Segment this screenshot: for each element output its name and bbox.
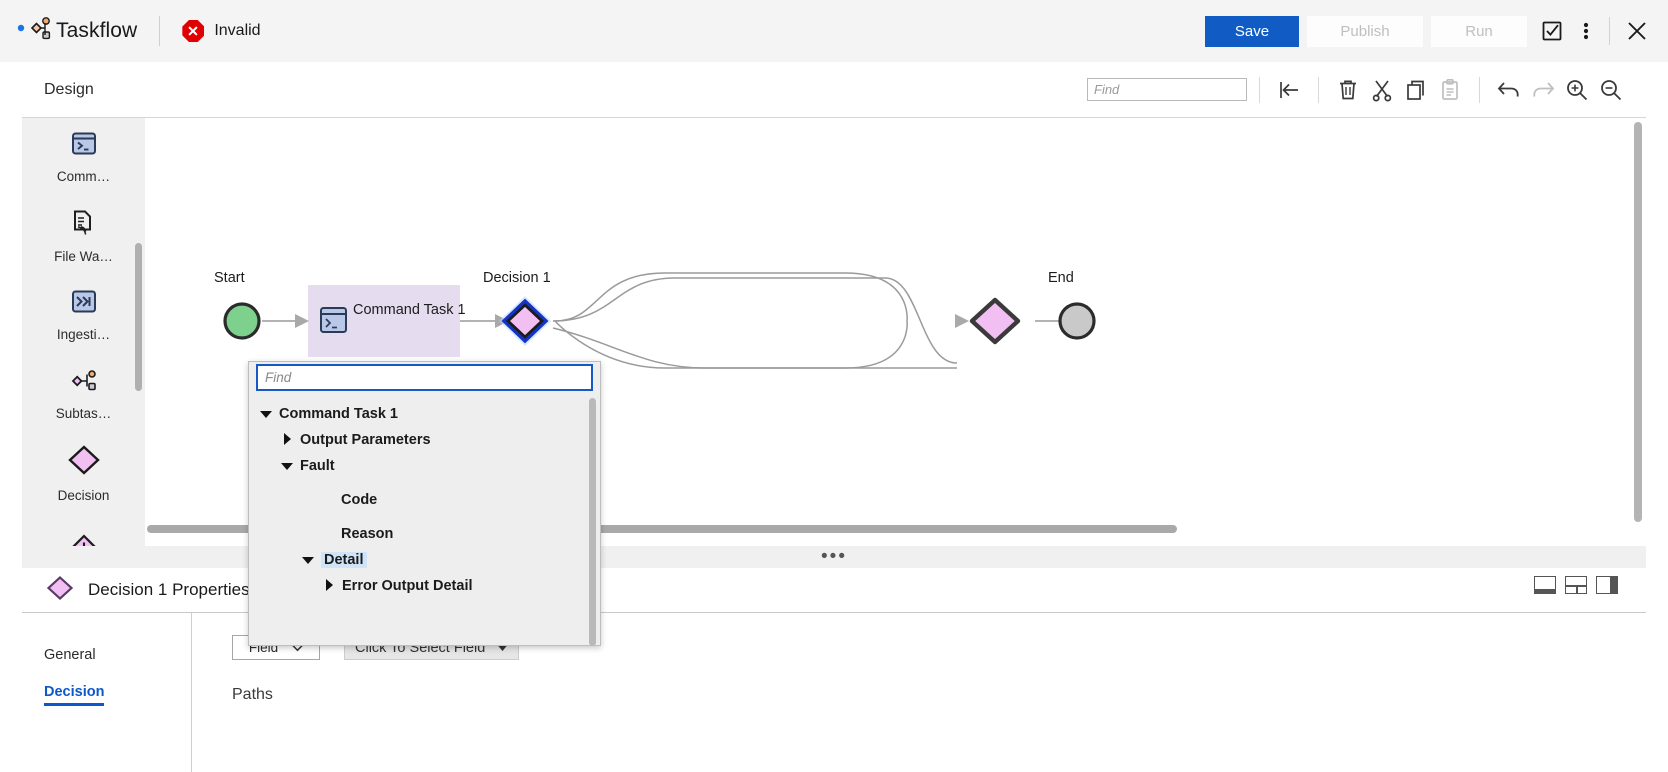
status-badge: Invalid xyxy=(182,20,261,42)
palette-scrollbar[interactable] xyxy=(135,243,142,391)
command-task-icon xyxy=(70,131,98,162)
subtaskflow-icon xyxy=(69,368,99,399)
divider xyxy=(159,16,161,46)
tree-node-label: Fault xyxy=(300,458,335,474)
tree-node-error-output-detail[interactable]: Error Output Detail xyxy=(249,573,600,599)
palette-item-command-task[interactable]: Comm… xyxy=(22,118,145,197)
tree-node-label: Detail xyxy=(321,552,367,568)
tree-node-command-task-1[interactable]: Command Task 1 xyxy=(249,401,600,427)
close-icon[interactable] xyxy=(1620,14,1654,48)
node-label-decision-1: Decision 1 xyxy=(483,270,551,286)
divider xyxy=(1259,76,1260,103)
zoom-in-icon[interactable] xyxy=(1560,73,1594,107)
chevron-right-icon[interactable] xyxy=(280,433,294,447)
run-button[interactable]: Run xyxy=(1431,15,1527,47)
palette-item-label: Ingesti… xyxy=(56,327,111,342)
align-left-icon[interactable] xyxy=(1272,73,1306,107)
chevron-down-icon[interactable] xyxy=(280,459,294,473)
design-toolbar-actions xyxy=(1087,73,1646,107)
save-button[interactable]: Save xyxy=(1205,15,1299,47)
redo-icon[interactable] xyxy=(1526,73,1560,107)
design-toolbar: Design xyxy=(22,62,1646,118)
chevron-down-icon[interactable] xyxy=(301,553,315,567)
layout-split-right-icon[interactable] xyxy=(1596,576,1618,594)
checkbox-validate-icon[interactable] xyxy=(1535,14,1569,48)
decision-diamond-icon xyxy=(67,444,101,481)
decision-diamond-icon xyxy=(46,575,74,606)
taskflow-logo-icon xyxy=(16,13,52,49)
node-label-start: Start xyxy=(214,270,245,286)
more-vertical-icon[interactable] xyxy=(1569,14,1603,48)
tree-node-label: Reason xyxy=(341,526,394,542)
tab-label: General xyxy=(44,647,96,663)
tree-node-fault[interactable]: Fault xyxy=(249,453,600,479)
spacer-icon xyxy=(321,493,335,507)
field-picker-dropdown: Command Task 1 Output Parameters Fault C… xyxy=(248,361,601,646)
tree-node-label: Command Task 1 xyxy=(279,406,398,422)
palette-item-file-watcher[interactable]: File Wa… xyxy=(22,197,145,276)
tab-label: Decision xyxy=(44,684,105,706)
delete-trash-icon[interactable] xyxy=(1331,73,1365,107)
palette-item-label: Subtas… xyxy=(55,406,112,421)
tree-node-reason[interactable]: Reason xyxy=(249,521,600,547)
node-label-end: End xyxy=(1048,270,1074,286)
tree-node-code[interactable]: Code xyxy=(249,487,600,513)
properties-tab-list: General Decision xyxy=(22,613,192,772)
top-bar-actions: Save Publish Run xyxy=(1205,14,1668,48)
layout-single-icon[interactable] xyxy=(1534,576,1556,594)
zoom-out-icon[interactable] xyxy=(1594,73,1628,107)
tree-node-label: Error Output Detail xyxy=(342,578,473,594)
ingestion-task-icon xyxy=(70,289,98,320)
node-palette: Comm… File Wa… Ingesti… Subtas… Decision xyxy=(22,118,145,546)
palette-item-add-node[interactable] xyxy=(22,513,145,546)
drag-dots-icon: ••• xyxy=(821,546,847,567)
top-bar: Taskflow Invalid Save Publish Run xyxy=(0,0,1668,62)
cut-scissors-icon[interactable] xyxy=(1365,73,1399,107)
publish-button[interactable]: Publish xyxy=(1307,15,1423,47)
tree-node-output-parameters[interactable]: Output Parameters xyxy=(249,427,600,453)
page-title: Decision 1 Properties xyxy=(88,580,250,599)
palette-item-subtaskflow[interactable]: Subtas… xyxy=(22,355,145,434)
tree-node-label: Output Parameters xyxy=(300,432,431,448)
paste-icon[interactable] xyxy=(1433,73,1467,107)
spacer-icon xyxy=(321,527,335,541)
canvas-find-input[interactable] xyxy=(1087,78,1247,101)
tree-node-detail[interactable]: Detail xyxy=(249,547,600,573)
chevron-right-icon[interactable] xyxy=(322,579,336,593)
copy-icon[interactable] xyxy=(1399,73,1433,107)
status-text: Invalid xyxy=(214,22,261,39)
chevron-down-icon[interactable] xyxy=(259,407,273,421)
dropdown-find-row xyxy=(249,362,600,392)
palette-item-label: Decision xyxy=(57,488,110,503)
divider xyxy=(1609,17,1610,45)
app-title: Taskflow xyxy=(56,19,138,42)
palette-item-label: Comm… xyxy=(56,169,111,184)
tab-decision[interactable]: Decision xyxy=(22,675,191,715)
layout-split-horizontal-icon[interactable] xyxy=(1565,576,1587,594)
file-watch-icon xyxy=(70,209,98,242)
tree-node-label: Code xyxy=(341,492,378,508)
add-node-icon xyxy=(67,533,101,546)
error-octagon-icon xyxy=(182,20,205,42)
canvas-vertical-scrollbar[interactable] xyxy=(1634,122,1642,522)
divider xyxy=(1318,76,1319,103)
palette-item-label: File Wa… xyxy=(54,249,113,264)
palette-item-decision[interactable]: Decision xyxy=(22,434,145,513)
field-tree: Command Task 1 Output Parameters Fault C… xyxy=(249,392,600,599)
layout-toggle-group xyxy=(1534,576,1618,594)
dropdown-find-input[interactable] xyxy=(256,364,593,391)
paths-label: Paths xyxy=(232,686,273,703)
tab-general[interactable]: General xyxy=(22,635,191,675)
design-label: Design xyxy=(44,80,94,98)
node-label-command-task-1: Command Task 1 xyxy=(353,302,466,318)
palette-item-ingestion-task[interactable]: Ingesti… xyxy=(22,276,145,355)
divider xyxy=(1479,76,1480,103)
dropdown-scrollbar[interactable] xyxy=(589,398,596,646)
undo-icon[interactable] xyxy=(1492,73,1526,107)
